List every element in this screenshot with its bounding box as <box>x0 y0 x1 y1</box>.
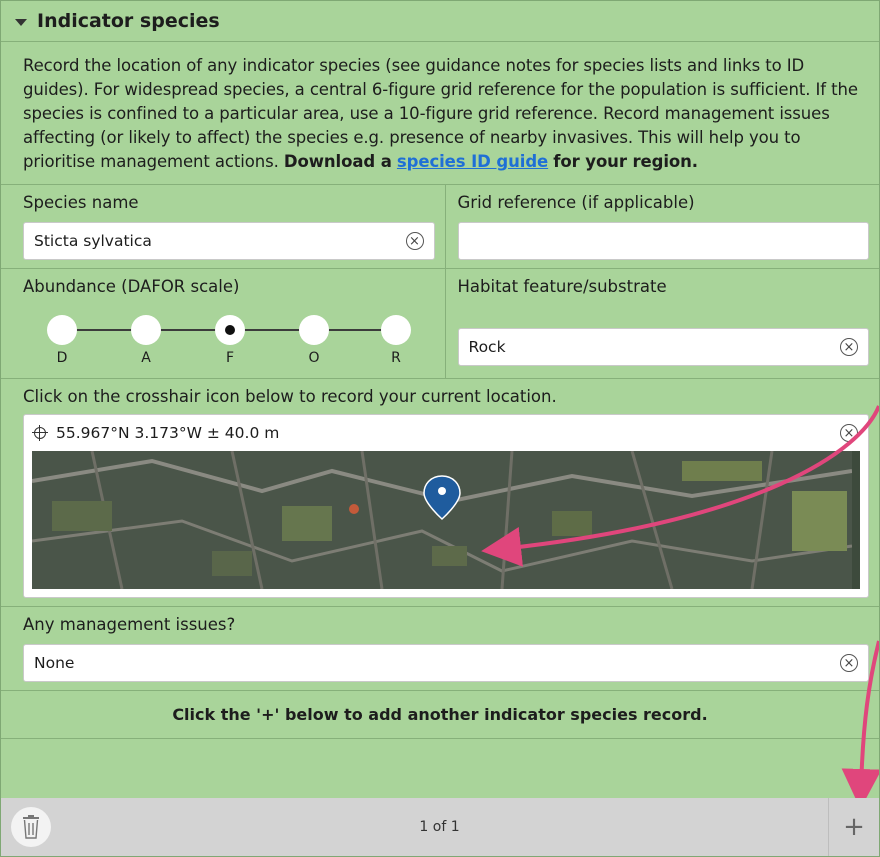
dafor-letter: R <box>391 350 401 366</box>
download-suffix: for your region. <box>553 152 698 171</box>
clear-icon[interactable]: × <box>840 424 858 442</box>
location-label: Click on the crosshair icon below to rec… <box>23 387 557 406</box>
abundance-label: Abundance (DAFOR scale) <box>23 277 240 296</box>
dafor-scale[interactable]: D A F O R <box>23 306 423 370</box>
dafor-option-r[interactable] <box>381 315 411 345</box>
dafor-option-d[interactable] <box>47 315 77 345</box>
footer-bar: 1 of 1 + <box>1 798 879 856</box>
dafor-letter: D <box>56 350 68 366</box>
crosshair-icon[interactable] <box>32 425 48 441</box>
species-name-input[interactable]: Sticta sylvatica × <box>23 222 435 260</box>
dafor-letter: F <box>225 350 235 366</box>
collapse-triangle-icon[interactable] <box>15 18 27 26</box>
location-map[interactable] <box>32 451 860 589</box>
habitat-label: Habitat feature/substrate <box>457 277 667 296</box>
grid-reference-label: Grid reference (if applicable) <box>457 193 695 212</box>
dafor-option-o[interactable] <box>299 315 329 345</box>
pager-label: 1 of 1 <box>419 819 460 835</box>
section-header[interactable]: Indicator species <box>1 1 879 42</box>
management-label: Any management issues? <box>23 615 236 634</box>
dafor-option-f[interactable] <box>215 315 245 345</box>
dafor-letter: A <box>141 350 151 366</box>
location-coordinates: 55.967°N 3.173°W ± 40.0 m <box>56 424 280 442</box>
management-input[interactable]: None × <box>23 644 869 682</box>
satellite-map-image <box>32 451 852 589</box>
habitat-input[interactable]: Rock × <box>457 328 869 366</box>
clear-icon[interactable]: × <box>405 232 424 250</box>
location-field[interactable]: 55.967°N 3.173°W ± 40.0 m × <box>23 414 869 598</box>
add-record-note: Click the '+' below to add another indic… <box>1 691 879 739</box>
dafor-letter: O <box>308 350 320 366</box>
plus-icon[interactable]: + <box>828 798 879 856</box>
species-name-label: Species name <box>23 193 139 212</box>
form-panel: Indicator species Record the location of… <box>0 0 880 857</box>
trash-icon[interactable] <box>11 807 51 847</box>
grid-reference-input[interactable] <box>457 222 869 260</box>
clear-icon[interactable]: × <box>840 338 858 356</box>
section-title: Indicator species <box>37 10 220 32</box>
dafor-option-a[interactable] <box>131 315 161 345</box>
clear-icon[interactable]: × <box>840 654 858 672</box>
section-description: Record the location of any indicator spe… <box>1 42 879 185</box>
download-prefix: Download a <box>283 152 392 171</box>
species-id-guide-link[interactable]: species ID guide <box>397 152 548 171</box>
